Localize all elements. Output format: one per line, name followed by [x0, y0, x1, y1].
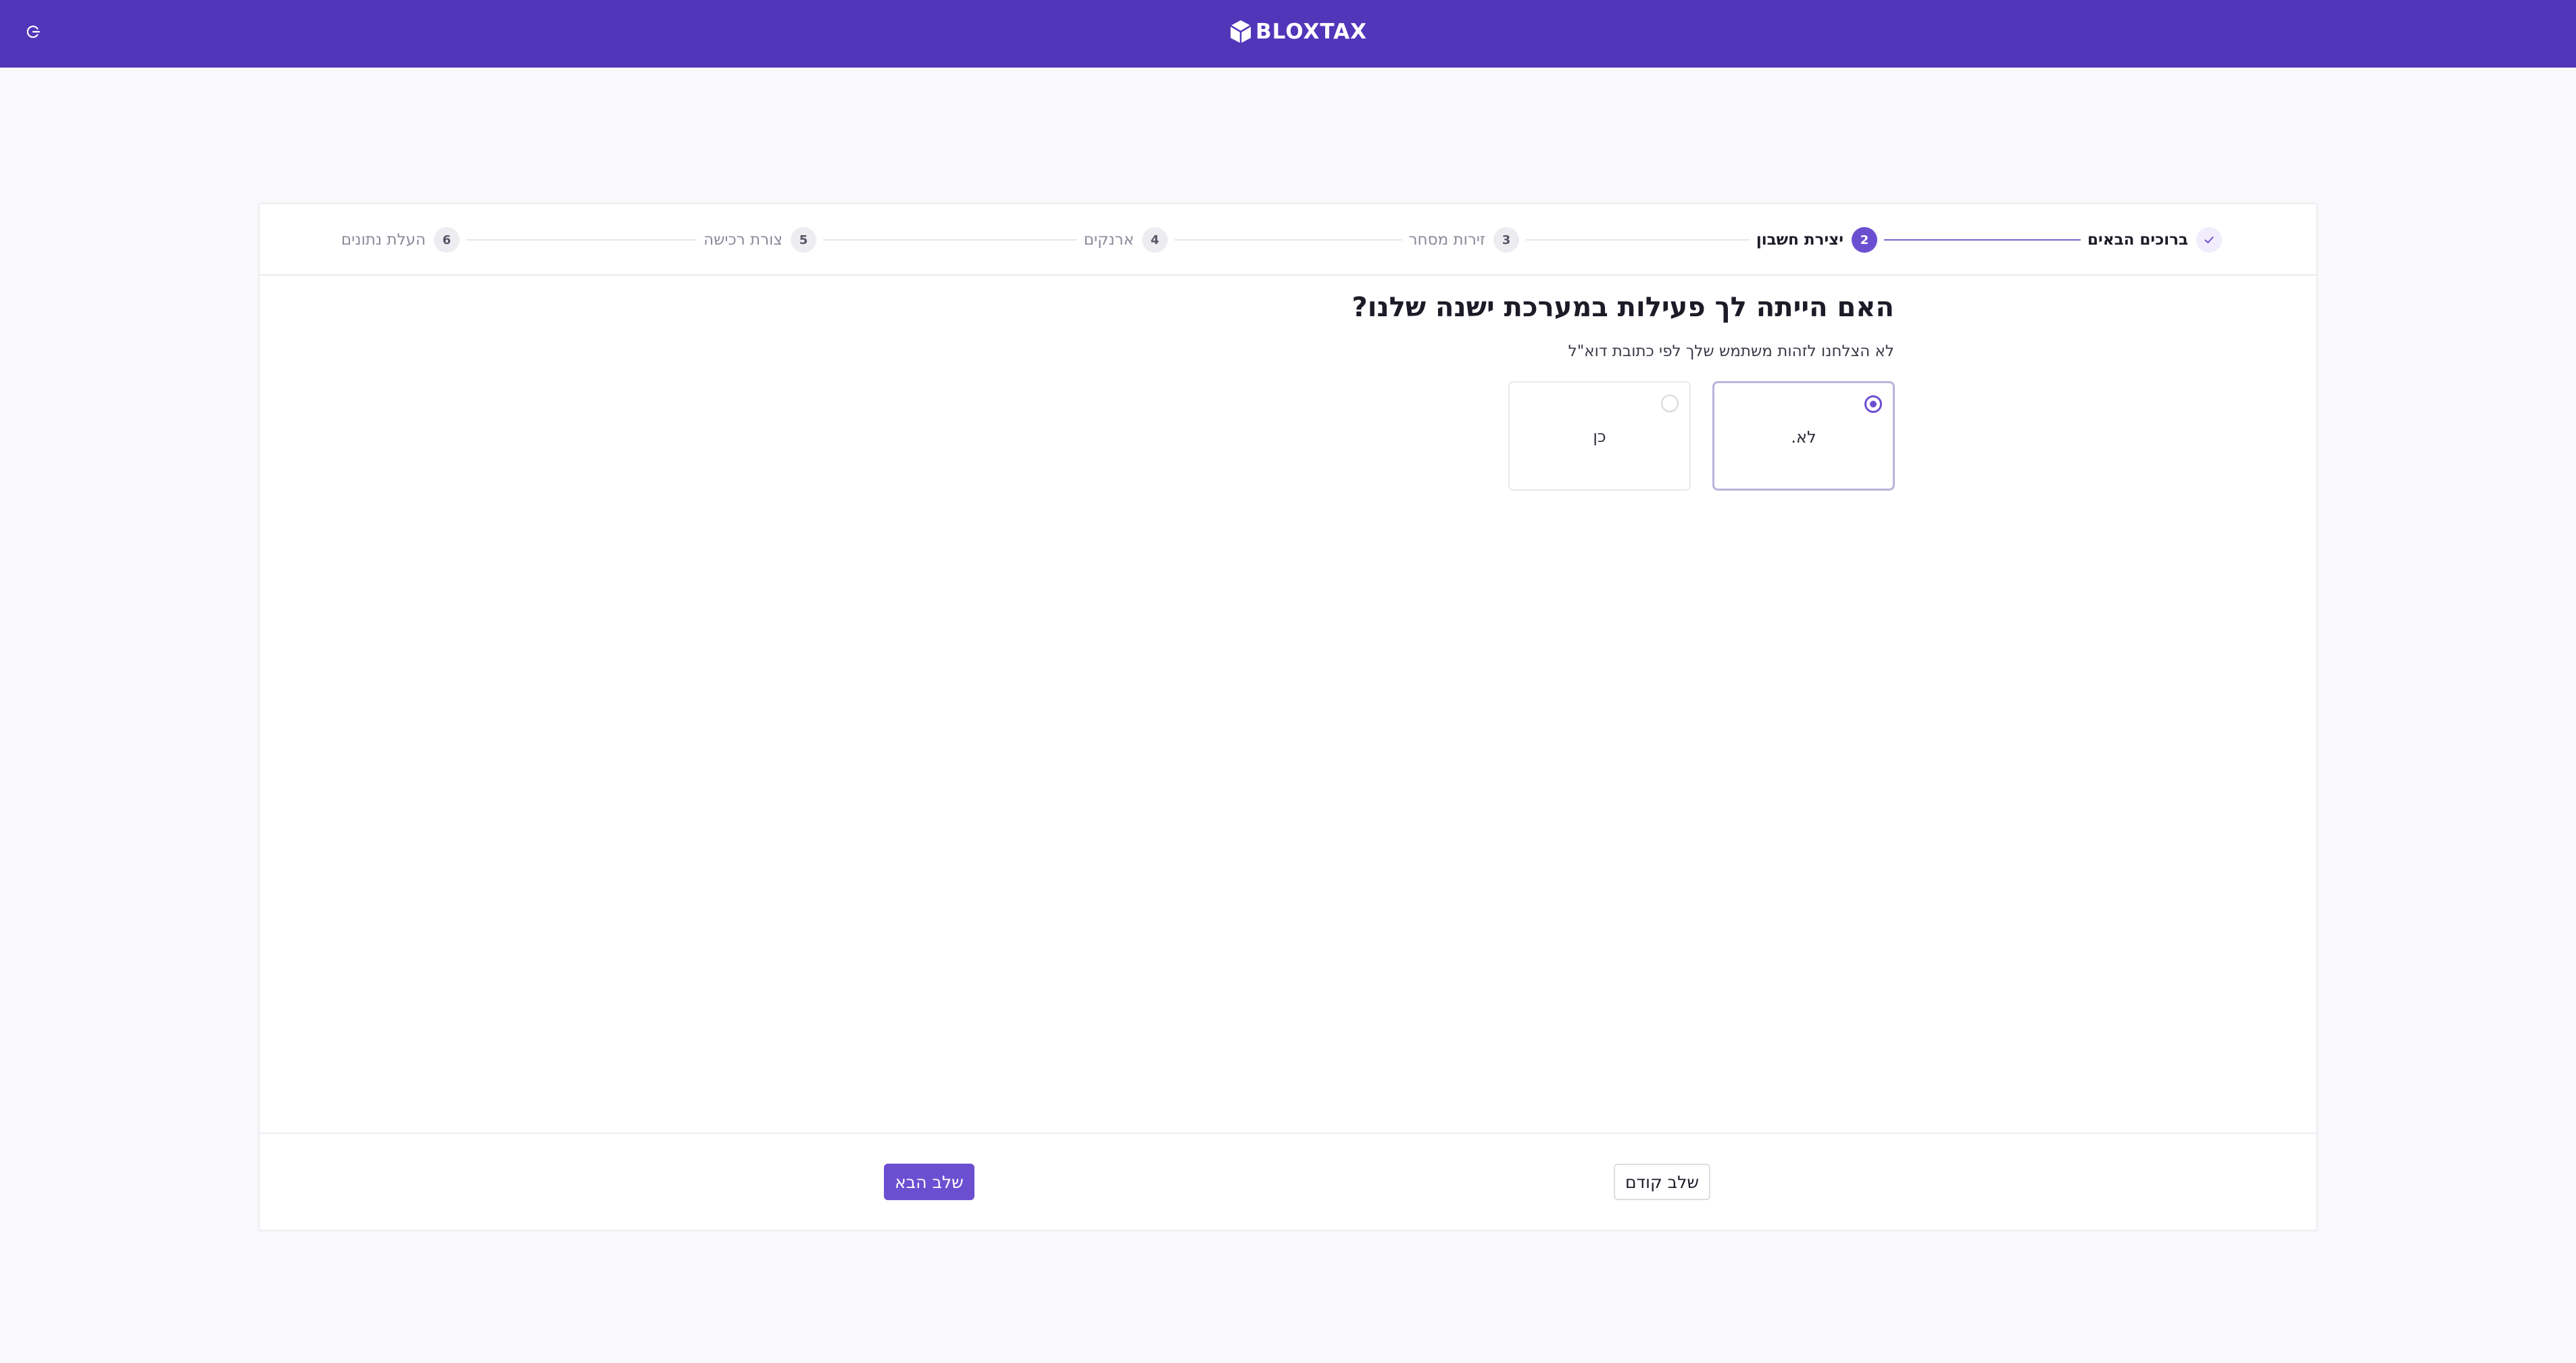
brand-name: BLOXTAX [1256, 20, 1368, 44]
step-welcome[interactable]: ברוכים הבאים [2081, 227, 2229, 253]
step-create-account[interactable]: 2 יצירת חשבון [1749, 227, 1884, 253]
step-number: 4 [1142, 227, 1168, 253]
footer: שלב קודם שלב הבא [259, 1133, 2317, 1230]
step-label: צורת רכישה [703, 231, 783, 249]
step-connector [1881, 239, 2111, 241]
next-step-button[interactable]: שלב הבא [884, 1164, 974, 1200]
step-upload-data[interactable]: 6 העלת נתונים [334, 227, 466, 253]
onboarding-card: ברוכים הבאים 2 יצירת חשבון 3 זירות מסחר … [258, 203, 2318, 1231]
radio-selected-icon[interactable] [1864, 395, 1882, 413]
step-number: 5 [791, 227, 816, 253]
logout-icon[interactable] [23, 22, 43, 42]
step-label: ארנקים [1083, 231, 1134, 249]
option-no[interactable]: לא. [1712, 381, 1895, 491]
stepper: ברוכים הבאים 2 יצירת חשבון 3 זירות מסחר … [259, 204, 2317, 276]
checkmark-icon [2196, 227, 2222, 253]
previous-step-button[interactable]: שלב קודם [1614, 1164, 1710, 1200]
option-yes[interactable]: כן [1508, 381, 1691, 491]
step-number: 2 [1852, 227, 1877, 253]
question-title: האם הייתה לך פעילות במערכת ישנה שלנו? [1352, 292, 1894, 323]
question-subtitle: לא הצלחנו לזהות משתמש שלך לפי כתובת דוא"… [1568, 343, 1894, 360]
step-label: ברוכים הבאים [2087, 231, 2188, 249]
step-number: 6 [434, 227, 460, 253]
step-label: יצירת חשבון [1756, 231, 1843, 249]
brand-logo: BLOXTAX [1229, 18, 1367, 45]
step-exchanges[interactable]: 3 זירות מסחר [1402, 227, 1526, 253]
step-label: העלת נתונים [341, 231, 426, 249]
radio-unselected-icon[interactable] [1661, 395, 1679, 412]
step-wallets[interactable]: 4 ארנקים [1076, 227, 1174, 253]
top-bar: BLOXTAX [0, 0, 2576, 68]
step-purchase-method[interactable]: 5 צורת רכישה [697, 227, 823, 253]
option-label: כן [1593, 427, 1606, 446]
option-label: לא. [1791, 428, 1816, 447]
cube-icon [1230, 20, 1252, 43]
step-number: 3 [1493, 227, 1519, 253]
step-label: זירות מסחר [1408, 231, 1485, 249]
